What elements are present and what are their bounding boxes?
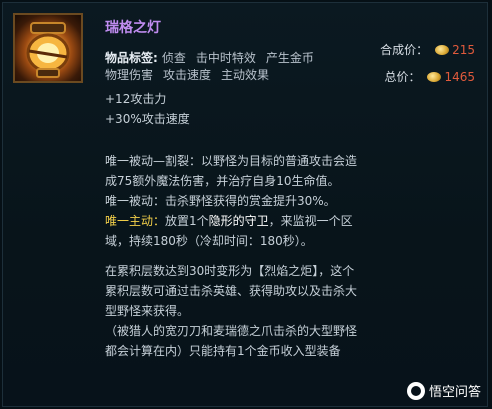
tag: 主动效果 <box>221 68 270 82</box>
wukong-logo-icon <box>406 381 425 400</box>
active-ward: 唯一主动：放置1个隐形的守卫，来监视一个区域，持续180秒（冷却时间：180秒）… <box>105 211 365 251</box>
gold-coin-icon <box>435 44 450 55</box>
total-price-value: 1465 <box>444 69 475 84</box>
watermark: 悟空问答 <box>406 381 481 400</box>
watermark-text: 悟空问答 <box>428 385 481 400</box>
stat-line: +12攻击力 <box>105 92 167 106</box>
tag: 攻击速度 <box>163 68 212 82</box>
gold-coin-icon <box>427 71 442 82</box>
active-label: 唯一主动： <box>105 214 166 228</box>
total-price: 总价： 1465 <box>384 68 475 85</box>
tag: 产生金币 <box>265 51 314 65</box>
tag: 击中时特效 <box>195 51 256 65</box>
item-description: 唯一被动—割裂：以野怪为目标的普通攻击会造成75额外魔法伤害，并治疗自身10生命… <box>105 151 365 361</box>
combine-price-label: 合成价： <box>380 43 429 57</box>
transform-text: 在累积层数达到30时变形为【烈焰之炬】，这个累积层数可通过击杀英雄、获得助攻以及… <box>105 264 358 318</box>
note-text: （被猎人的宽刃刀和麦瑞德之爪击杀的大型野怪都会计算在内）只能持有1个金币收入型装… <box>105 324 358 358</box>
lantern-icon <box>13 13 83 83</box>
stat-line: +30%攻击速度 <box>105 112 190 126</box>
active-highlight: 隐形的守卫 <box>208 214 269 228</box>
passive-rend: 唯一被动—割裂：以野怪为目标的普通攻击会造成75额外魔法伤害，并治疗自身10生命… <box>105 154 358 188</box>
item-stats: +12攻击力 +30%攻击速度 <box>105 89 190 129</box>
active-text: 放置1个 <box>165 214 209 228</box>
item-tags: 物品标签: 侦查 击中时特效 产生金币 物理伤害 攻击速度 主动效果 <box>105 50 345 84</box>
total-price-label: 总价： <box>384 70 421 84</box>
passive-bounty: 唯一被动：击杀野怪获得的赏金提升30%。 <box>105 194 336 208</box>
tag: 侦查 <box>161 51 186 65</box>
item-tooltip: 瑞格之灯 物品标签: 侦查 击中时特效 产生金币 物理伤害 攻击速度 主动效果 合成价： … <box>2 2 488 407</box>
tags-label: 物品标签: <box>105 51 158 65</box>
combine-price: 合成价： 215 <box>380 41 475 58</box>
item-title: 瑞格之灯 <box>105 20 161 36</box>
tag: 物理伤害 <box>105 68 154 82</box>
combine-price-value: 215 <box>452 42 475 57</box>
